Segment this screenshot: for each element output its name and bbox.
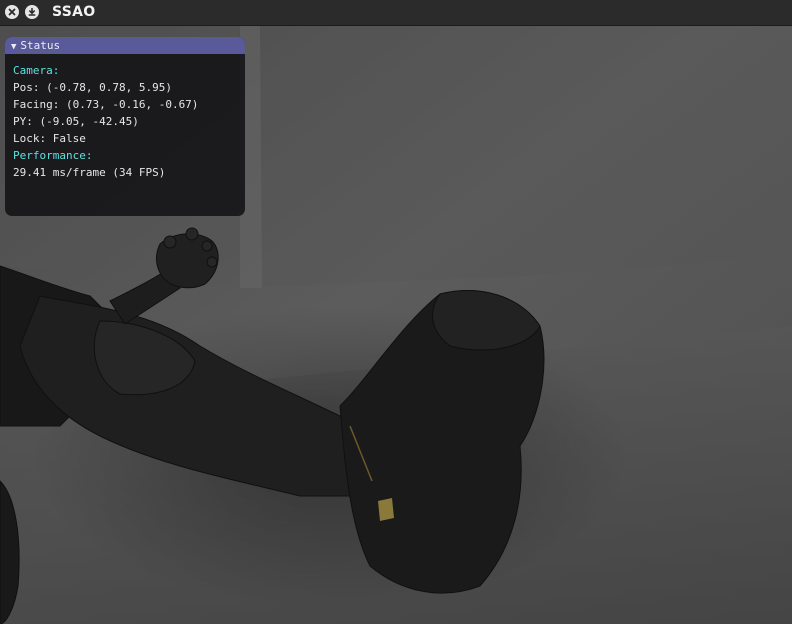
- camera-section-label: Camera:: [13, 64, 60, 77]
- camera-facing: Facing: (0.73, -0.16, -0.67): [13, 98, 199, 111]
- window-title: SSAO: [52, 4, 96, 20]
- camera-lock: Lock: False: [13, 132, 86, 145]
- camera-position: Pos: (-0.78, 0.78, 5.95): [13, 81, 172, 94]
- camera-pitch-yaw: PY: (-9.05, -42.45): [13, 115, 139, 128]
- status-panel-header[interactable]: ▼ Status: [5, 37, 245, 54]
- title-bar[interactable]: SSAO: [0, 0, 792, 26]
- collapse-arrow-icon[interactable]: ▼: [11, 42, 16, 52]
- performance-section-label: Performance:: [13, 149, 93, 162]
- app-window: SSAO ▼ Status Camera: Pos: (-0.78, 0.78,…: [0, 0, 792, 624]
- status-panel-title: Status: [20, 39, 61, 52]
- close-icon[interactable]: [5, 5, 19, 19]
- download-icon[interactable]: [25, 5, 39, 19]
- boot-detail: [378, 498, 394, 521]
- status-panel-body: Camera: Pos: (-0.78, 0.78, 5.95) Facing:…: [5, 54, 245, 181]
- frame-time: 29.41 ms/frame (34 FPS): [13, 166, 166, 179]
- status-panel[interactable]: ▼ Status Camera: Pos: (-0.78, 0.78, 5.95)…: [5, 37, 245, 216]
